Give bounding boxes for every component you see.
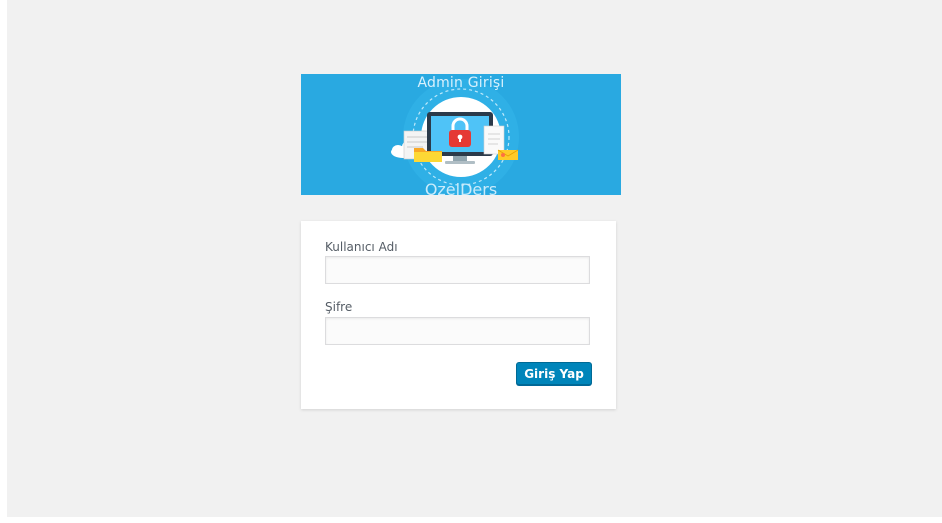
- username-input[interactable]: [325, 256, 590, 284]
- login-button[interactable]: Giriş Yap: [516, 362, 592, 385]
- username-label: Kullanıcı Adı: [325, 240, 398, 254]
- password-input[interactable]: [325, 317, 590, 345]
- admin-login-banner: Admin Girişi OzelDers: [301, 74, 621, 195]
- banner-title: Admin Girişi: [417, 75, 505, 91]
- login-page: Admin Girişi OzelDers Kullanıcı Adı Şifr…: [7, 0, 942, 517]
- banner-brand-text: OzelDers: [424, 180, 498, 195]
- login-form: Kullanıcı Adı Şifre Giriş Yap: [301, 221, 616, 409]
- password-label: Şifre: [325, 300, 353, 314]
- computer-lock-illustration-icon: [391, 79, 519, 195]
